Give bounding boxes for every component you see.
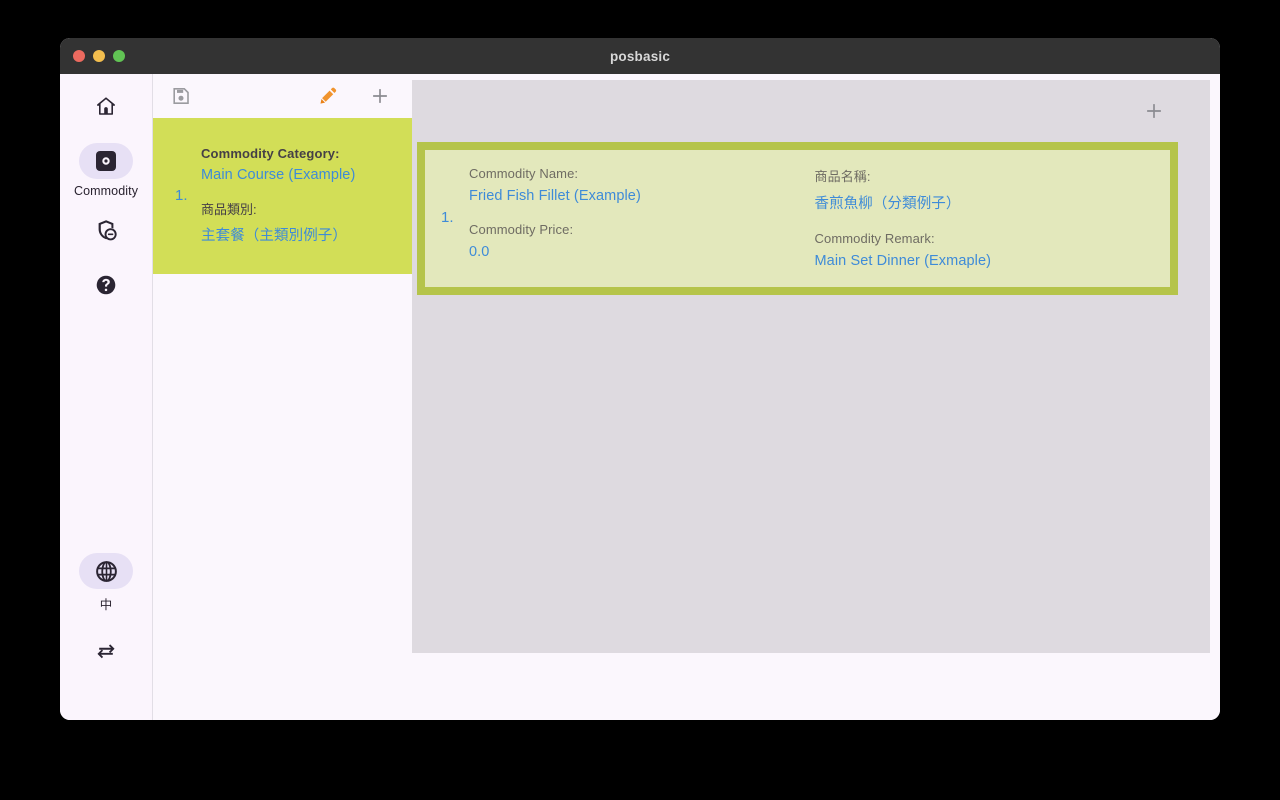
category-list-panel: 1. Commodity Category: Main Course (Exam… <box>153 74 412 720</box>
category-index: 1. <box>175 186 188 204</box>
window-title: posbasic <box>609 48 671 64</box>
edit-button[interactable] <box>314 82 342 110</box>
commodity-right-column: 商品名稱: 香煎魚柳（分類例子） Commodity Remark: Main … <box>815 166 1161 269</box>
commodity-name-label: Commodity Name: <box>469 166 579 181</box>
sidebar-item-help[interactable] <box>70 267 142 308</box>
swap-pill <box>79 633 133 669</box>
detail-toolbar <box>412 80 1210 142</box>
category-list-item[interactable]: 1. Commodity Category: Main Course (Exam… <box>153 118 412 274</box>
commodity-price-label: Commodity Price: <box>469 222 574 237</box>
sidebar-item-commodity-label: Commodity <box>73 184 139 198</box>
pencil-icon <box>320 87 337 104</box>
zoom-button[interactable] <box>113 50 125 62</box>
window-body: Commodity 中 1. Commodity Category: Main … <box>60 74 1220 720</box>
sidebar-item-home[interactable] <box>70 88 142 129</box>
minimize-button[interactable] <box>93 50 105 62</box>
language-pill <box>79 553 133 589</box>
commodity-remark-label: Commodity Remark: <box>814 231 935 246</box>
sidebar-item-security[interactable] <box>70 212 142 253</box>
plus-icon <box>373 89 387 103</box>
commodity-pill <box>79 143 133 179</box>
question-circle-icon <box>96 275 116 295</box>
home-icon <box>97 97 115 115</box>
add-category-button[interactable] <box>366 82 394 110</box>
commodity-card[interactable]: 1. Commodity Name: Fried Fish Fillet (Ex… <box>417 142 1178 295</box>
sidebar-bottom-group: 中 <box>70 553 142 674</box>
commodity-name-label-cn: 商品名稱: <box>814 169 871 184</box>
save-icon <box>173 88 189 104</box>
commodity-right-gap <box>815 213 1161 231</box>
window-controls <box>73 50 125 62</box>
help-pill <box>79 267 133 303</box>
swap-arrows-icon <box>97 644 115 659</box>
close-button[interactable] <box>73 50 85 62</box>
security-pill <box>79 212 133 248</box>
commodity-field-columns: Commodity Name: Fried Fish Fillet (Examp… <box>469 166 1160 269</box>
category-fields: Commodity Category: Main Course (Example… <box>201 146 402 245</box>
title-bar: posbasic <box>60 38 1220 74</box>
sidebar-language-label: 中 <box>99 598 113 612</box>
commodity-name-value[interactable]: Fried Fish Fillet (Example) <box>469 188 815 204</box>
commodity-remark-value[interactable]: Main Set Dinner (Exmaple) <box>815 253 1161 269</box>
home-pill <box>79 88 133 124</box>
sidebar-item-commodity[interactable]: Commodity <box>70 143 142 198</box>
category-label-en: Commodity Category: <box>201 145 340 161</box>
category-label-cn: 商品類別: <box>201 201 257 217</box>
gear-icon <box>96 151 116 171</box>
plus-icon <box>1147 104 1161 118</box>
commodity-left-gap <box>469 204 815 222</box>
sidebar-swap-button[interactable] <box>70 633 142 674</box>
commodity-left-column: Commodity Name: Fried Fish Fillet (Examp… <box>469 166 815 269</box>
commodity-detail-panel: 1. Commodity Name: Fried Fish Fillet (Ex… <box>412 74 1220 720</box>
category-value-en[interactable]: Main Course (Example) <box>201 167 402 183</box>
category-field-gap <box>201 183 402 199</box>
app-window: posbasic Commodity 中 1. Commodity Catego… <box>60 38 1220 720</box>
shield-user-icon <box>98 219 117 240</box>
category-value-cn[interactable]: 主套餐（主類別例子） <box>201 224 402 245</box>
commodity-name-value-cn[interactable]: 香煎魚柳（分類例子） <box>815 192 1161 213</box>
globe-icon <box>95 560 117 582</box>
category-toolbar <box>153 74 412 118</box>
detail-surface: 1. Commodity Name: Fried Fish Fillet (Ex… <box>412 80 1210 653</box>
sidebar-language-toggle[interactable]: 中 <box>70 553 142 613</box>
save-button[interactable] <box>167 82 195 110</box>
sidebar: Commodity 中 <box>60 74 153 720</box>
commodity-index: 1. <box>441 209 454 226</box>
commodity-price-value[interactable]: 0.0 <box>469 244 815 260</box>
add-commodity-button[interactable] <box>1140 97 1168 125</box>
commodity-card-inner: 1. Commodity Name: Fried Fish Fillet (Ex… <box>425 150 1170 287</box>
